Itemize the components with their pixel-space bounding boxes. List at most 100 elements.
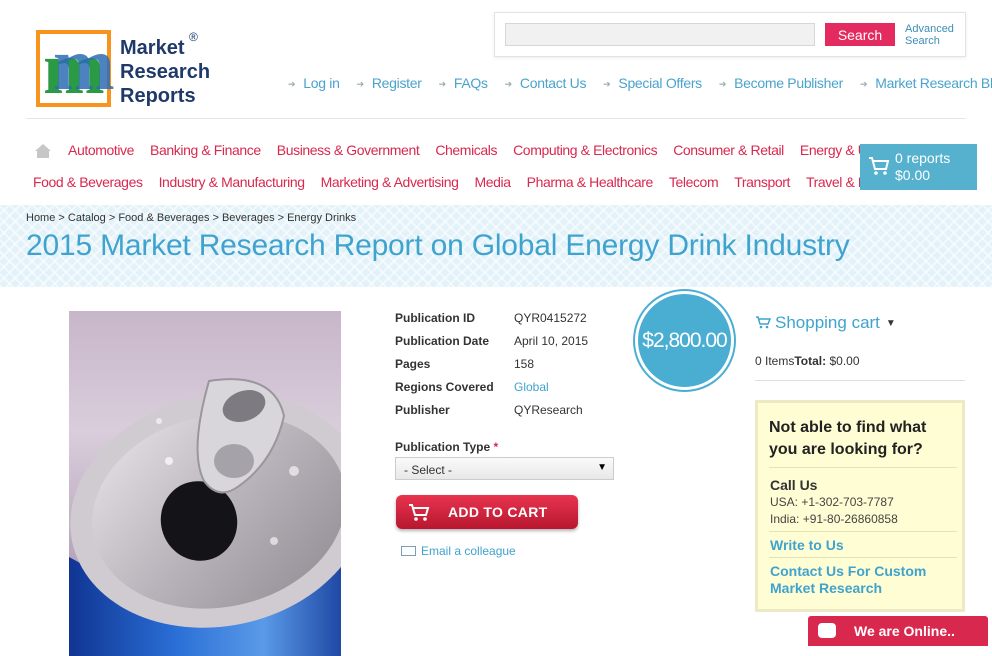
- top-link-label: Market Research Blog: [875, 75, 992, 91]
- category-media[interactable]: Media: [474, 174, 511, 194]
- shopping-cart-title: Shopping cart: [775, 313, 880, 332]
- category-industry[interactable]: Industry & Manufacturing: [159, 174, 305, 194]
- regions-link[interactable]: Global: [514, 380, 549, 403]
- energy-drink-can-image: [69, 378, 341, 656]
- arrow-icon: ➔: [356, 79, 365, 89]
- search-input[interactable]: [505, 23, 815, 46]
- arrow-icon: ➔: [718, 79, 727, 89]
- home-icon[interactable]: [34, 143, 52, 159]
- publication-type-select[interactable]: - Select - ▼: [395, 457, 614, 480]
- category-computing[interactable]: Computing & Electronics: [513, 142, 657, 162]
- page-count: 158: [514, 357, 535, 371]
- category-food[interactable]: Food & Beverages: [33, 174, 143, 194]
- live-chat-button[interactable]: We are Online..: [808, 616, 988, 646]
- cart-total-value: $0.00: [829, 354, 860, 368]
- top-link-offers[interactable]: ➔ Special Offers: [603, 75, 702, 93]
- arrow-icon: ➔: [859, 79, 868, 89]
- publication-type-text: Publication Type: [395, 440, 491, 454]
- search-button[interactable]: Search: [825, 23, 895, 46]
- cart-items: 0 Items: [755, 354, 795, 368]
- logo-mark: m m: [36, 28, 115, 107]
- email-colleague-link[interactable]: Email a colleague: [401, 544, 516, 558]
- top-link-register[interactable]: ➔ Register: [357, 75, 422, 93]
- top-link-login[interactable]: ➔ Log in: [288, 75, 340, 93]
- publication-date: April 10, 2015: [514, 334, 589, 348]
- category-transport[interactable]: Transport: [734, 174, 790, 194]
- arrow-icon: ➔: [603, 79, 611, 89]
- detail-row: Pages 158: [395, 357, 588, 380]
- publication-id: QYR0415272: [514, 311, 587, 325]
- usa-phone: USA: +1-302-703-7787: [770, 495, 894, 509]
- category-chemicals[interactable]: Chemicals: [435, 142, 497, 162]
- arrow-icon: ➔: [438, 79, 447, 89]
- advanced-search-link[interactable]: Advanced Search: [905, 23, 954, 47]
- chat-bubble-icon: [818, 623, 836, 638]
- top-link-label: Become Publisher: [734, 75, 843, 91]
- email-colleague-label: Email a colleague: [421, 544, 516, 558]
- top-link-contact[interactable]: ➔ Contact Us: [505, 75, 587, 93]
- cart-icon: [756, 316, 771, 329]
- detail-row: Publication ID QYR0415272: [395, 311, 588, 334]
- top-link-faqs[interactable]: ➔ FAQs: [439, 75, 488, 93]
- publisher-name: QYResearch: [514, 403, 583, 417]
- custom-research-link[interactable]: Contact Us For Custom Market Research: [770, 563, 960, 597]
- price-badge: $2,800.00: [635, 291, 734, 390]
- detail-row: Publisher QYResearch: [395, 403, 588, 426]
- write-to-us-link[interactable]: Write to Us: [770, 537, 844, 553]
- advanced-search-line-1: Advanced: [905, 23, 954, 35]
- category-automotive[interactable]: Automotive: [68, 142, 134, 162]
- top-link-label: Contact Us: [519, 75, 587, 91]
- category-row-1: Automotive Banking & Finance Business & …: [68, 142, 915, 162]
- top-link-label: FAQs: [453, 75, 488, 91]
- detail-row: Publication Date April 10, 2015: [395, 334, 588, 357]
- header-cart-button[interactable]: 0 reports $0.00: [860, 144, 977, 190]
- help-divider: [769, 467, 957, 468]
- cart-icon: [409, 504, 430, 521]
- header-divider: [26, 118, 966, 119]
- cart-count: 0 reports: [895, 150, 951, 166]
- publication-details: Publication ID QYR0415272 Publication Dat…: [395, 311, 588, 426]
- product-image: [69, 311, 341, 656]
- top-link-label: Special Offers: [618, 75, 702, 91]
- detail-label: Publication ID: [395, 311, 476, 325]
- site-logo[interactable]: m m Market Research Reports ®: [36, 28, 210, 110]
- add-to-cart-button[interactable]: ADD TO CART: [396, 495, 578, 529]
- breadcrumb[interactable]: Home > Catalog > Food & Beverages > Beve…: [26, 212, 356, 224]
- title-banner: Home > Catalog > Food & Beverages > Beve…: [0, 205, 992, 287]
- publication-type-label: Publication Type *: [395, 440, 498, 454]
- category-consumer[interactable]: Consumer & Retail: [673, 142, 784, 162]
- india-phone: India: +91-80-26860858: [770, 512, 898, 526]
- cart-total: $0.00: [895, 167, 931, 183]
- registered-mark: ®: [189, 30, 198, 44]
- required-marker: *: [493, 440, 499, 454]
- logo-text: Market Research Reports: [120, 36, 210, 108]
- category-telecom[interactable]: Telecom: [669, 174, 719, 194]
- call-us-heading: Call Us: [770, 477, 818, 493]
- shopping-cart-summary: 0 ItemsTotal: $0.00: [755, 354, 860, 368]
- detail-label: Publisher: [395, 403, 450, 417]
- shopping-cart-toggle[interactable]: Shopping cart ▼: [755, 313, 896, 333]
- help-divider: [769, 531, 957, 532]
- detail-row: Regions Covered Global: [395, 380, 588, 403]
- top-link-label: Log in: [303, 75, 340, 91]
- help-box: Not able to find what you are looking fo…: [755, 400, 965, 612]
- cart-icon: [869, 157, 890, 175]
- help-divider: [769, 557, 957, 558]
- category-banking[interactable]: Banking & Finance: [150, 142, 261, 162]
- category-marketing[interactable]: Marketing & Advertising: [321, 174, 459, 194]
- detail-label: Pages: [395, 357, 431, 371]
- envelope-icon: [401, 546, 416, 556]
- search-panel: Search Advanced Search: [494, 12, 966, 57]
- logo-line-3: Reports: [120, 85, 196, 107]
- top-link-publisher[interactable]: ➔ Become Publisher: [719, 75, 843, 93]
- category-row-2: Food & Beverages Industry & Manufacturin…: [33, 174, 917, 194]
- category-business[interactable]: Business & Government: [277, 142, 420, 162]
- category-pharma[interactable]: Pharma & Healthcare: [527, 174, 654, 194]
- logo-m-blue: m: [53, 24, 115, 106]
- help-title: Not able to find what you are looking fo…: [769, 419, 927, 458]
- top-link-blog[interactable]: ➔ Market Research Blog: [860, 75, 992, 93]
- dropdown-caret-icon: ▼: [597, 462, 607, 473]
- top-link-label: Register: [371, 75, 422, 91]
- cart-total-label: Total:: [794, 354, 827, 368]
- page-title: 2015 Market Research Report on Global En…: [26, 229, 850, 262]
